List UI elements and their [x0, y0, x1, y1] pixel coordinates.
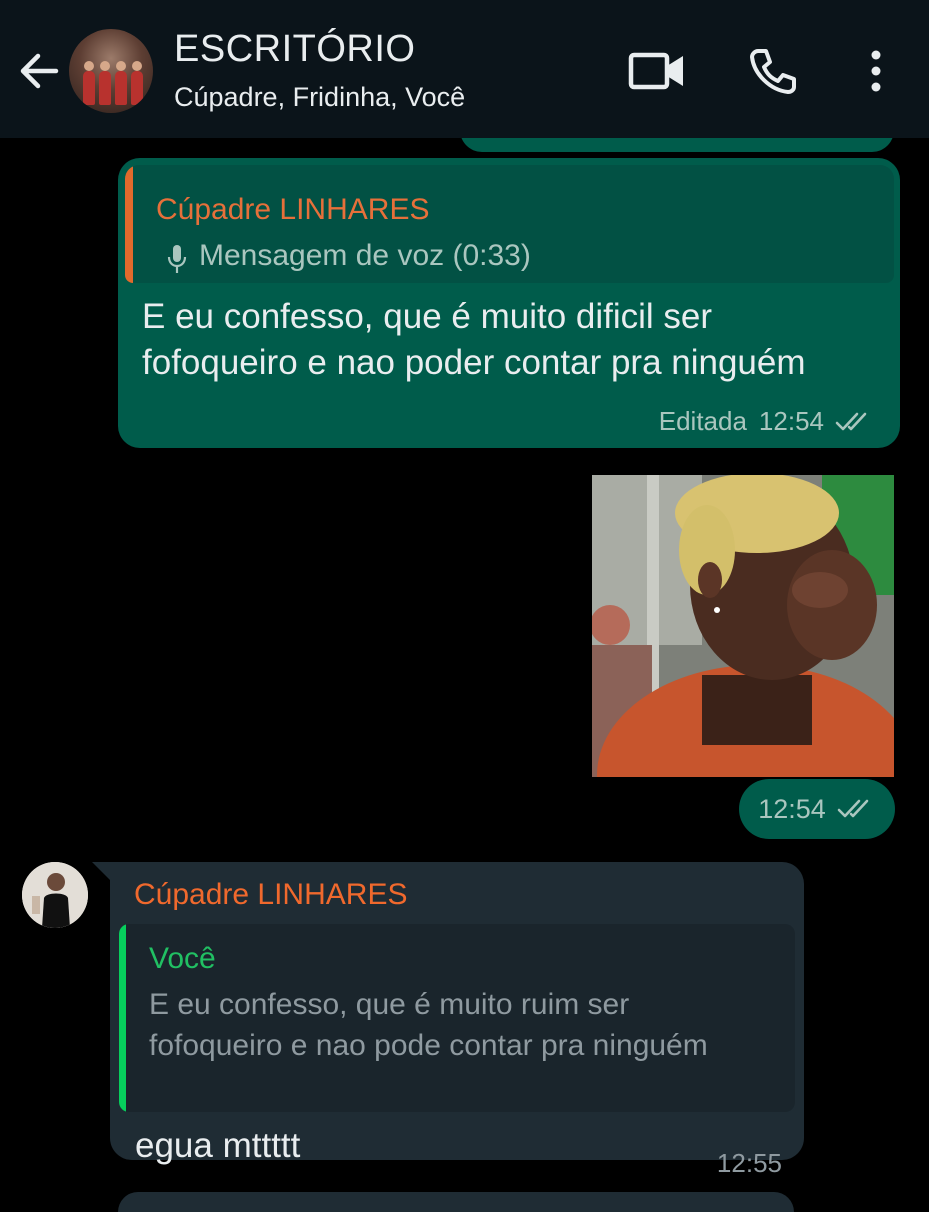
person-avatar-image: [22, 862, 88, 928]
sticker-meta: 12:54: [739, 779, 895, 839]
group-avatar[interactable]: [69, 29, 153, 113]
sticker-image[interactable]: [592, 475, 894, 777]
bubble-tail: [92, 862, 112, 882]
video-call-icon[interactable]: [628, 50, 686, 92]
message-time: 12:54: [758, 793, 826, 824]
crying-woman-image: [592, 475, 894, 777]
message-time: 12:54: [758, 406, 824, 436]
message-text: egua mttttt: [135, 1126, 301, 1165]
outgoing-message[interactable]: Cúpadre LINHARES Mensagem de voz (0:33) …: [118, 158, 900, 448]
quoted-message[interactable]: Você E eu confesso, que é muito ruim ser…: [119, 924, 795, 1112]
message-meta: Editada 12:54: [659, 406, 874, 437]
sender-avatar[interactable]: [22, 862, 88, 928]
quoted-sender: Você: [149, 942, 216, 975]
quoted-sender: Cúpadre LINHARES: [156, 193, 430, 226]
quote-bar: [119, 924, 126, 1112]
incoming-message[interactable]: Cúpadre LINHARES Você E eu confesso, que…: [110, 862, 804, 1178]
quoted-text: E eu confesso, que é muito ruim ser fofo…: [149, 988, 708, 1062]
edited-label: Editada: [658, 406, 747, 436]
chat-title[interactable]: ESCRITÓRIO: [174, 28, 415, 71]
chat-participants[interactable]: Cúpadre, Fridinha, Você: [174, 82, 465, 113]
message-text: E eu confesso, que é muito dificil ser f…: [142, 297, 806, 382]
double-check-icon: [837, 799, 869, 818]
quoted-voice-label: Mensagem de voz (0:33): [199, 239, 531, 272]
mic-icon: [167, 245, 187, 273]
quoted-message[interactable]: Cúpadre LINHARES Mensagem de voz (0:33): [125, 165, 894, 283]
more-options-icon[interactable]: [862, 46, 890, 96]
chat-header: ESCRITÓRIO Cúpadre, Fridinha, Você: [0, 0, 929, 138]
sender-name[interactable]: Cúpadre LINHARES: [134, 878, 407, 912]
double-check-icon: [835, 412, 867, 430]
back-arrow-icon[interactable]: [16, 48, 62, 94]
voice-call-icon[interactable]: [748, 46, 798, 96]
message-time: 12:55: [716, 1148, 782, 1178]
quote-bar: [125, 165, 133, 283]
next-message-bubble: [118, 1192, 794, 1212]
